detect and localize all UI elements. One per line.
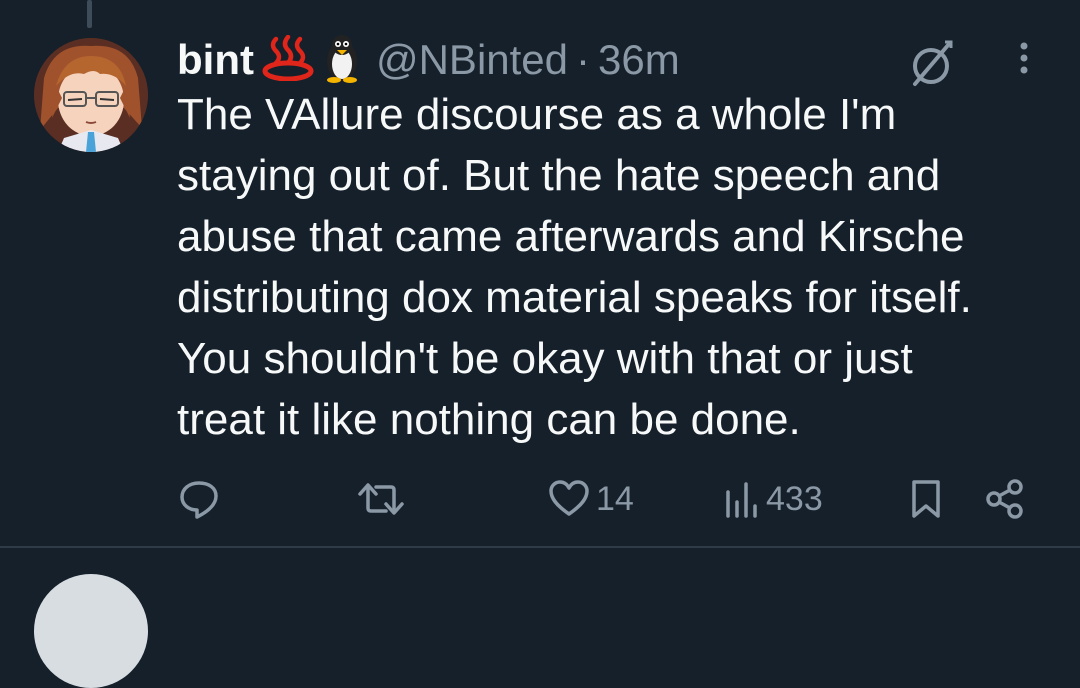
retweet-icon xyxy=(358,483,404,515)
heart-icon xyxy=(549,480,589,516)
reply-button[interactable] xyxy=(176,474,222,524)
views-count: 433 xyxy=(766,479,823,518)
retweet-button[interactable] xyxy=(356,474,406,524)
share-button[interactable] xyxy=(982,474,1028,524)
reply-icon xyxy=(180,481,218,519)
bookmark-button[interactable] xyxy=(906,474,946,524)
tweet-text: The VAllure discourse as a whole I'm sta… xyxy=(177,90,972,444)
display-name[interactable]: bint xyxy=(177,36,254,84)
tweet-divider xyxy=(0,546,1080,548)
bookmark-icon xyxy=(912,480,940,518)
separator-dot: · xyxy=(576,36,591,83)
views-icon xyxy=(726,482,757,518)
hot-springs-icon xyxy=(262,34,314,86)
thread-connector-line xyxy=(87,0,92,28)
avatar-image xyxy=(34,38,148,152)
penguin-icon xyxy=(322,33,362,88)
views-button[interactable]: 433 xyxy=(722,474,823,524)
next-tweet-avatar[interactable] xyxy=(34,574,148,688)
more-options-icon[interactable] xyxy=(1004,40,1044,80)
share-icon xyxy=(986,479,1023,519)
like-count: 14 xyxy=(596,479,634,518)
like-button[interactable]: 14 xyxy=(546,474,634,524)
tweet-header: bint @NBinted · 36m xyxy=(177,30,680,90)
timestamp[interactable]: 36m xyxy=(598,36,680,84)
user-handle[interactable]: @NBinted xyxy=(376,36,568,84)
avatar[interactable] xyxy=(34,38,148,152)
